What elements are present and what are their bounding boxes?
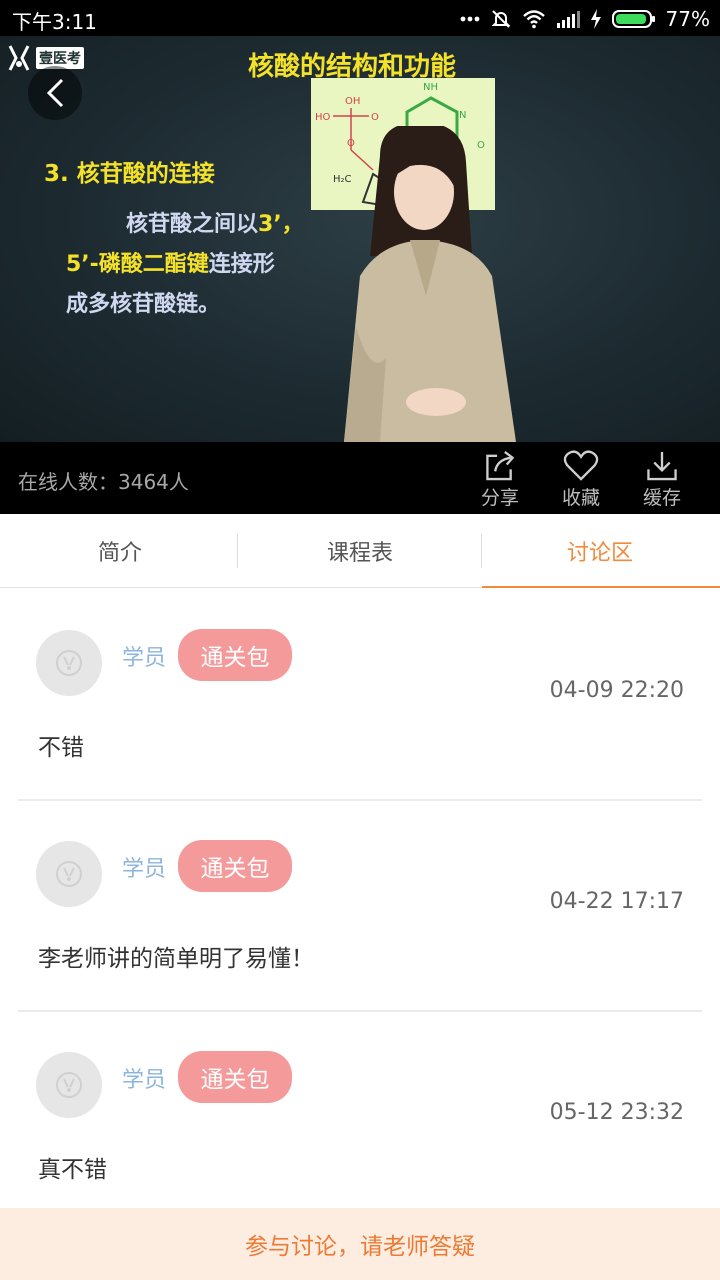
signal-icon	[556, 10, 580, 28]
slide-text-line-3: 成多核苷酸链。	[66, 292, 221, 317]
avatar[interactable]	[36, 841, 102, 907]
slide-text-1a: 核苷酸之间以	[126, 212, 259, 237]
avatar[interactable]	[36, 1052, 102, 1118]
slide-text-2b: 连接形	[208, 252, 275, 277]
download-icon	[647, 451, 677, 481]
status-bar: 下午3:11 77%	[0, 0, 720, 36]
battery-icon	[611, 9, 656, 29]
comment-text: 真不错	[38, 1157, 107, 1183]
default-avatar-icon	[56, 861, 82, 887]
svg-text:OH: OH	[345, 96, 360, 107]
video-action-bar: 在线人数：3464人 分享 收藏 缓存	[0, 442, 720, 514]
comment-time: 05-12 23:32	[549, 1100, 684, 1125]
avatar[interactable]	[36, 630, 102, 696]
svg-text:O: O	[371, 112, 379, 123]
logo-mark-icon	[8, 45, 30, 71]
svg-text:HO: HO	[315, 112, 331, 123]
tab-divider	[237, 534, 238, 568]
share-button[interactable]: 分享	[470, 450, 530, 510]
user-role: 学员	[122, 857, 167, 882]
tab-bar: 简介 课程表 讨论区	[0, 514, 720, 588]
slide-text-1b: 3’，	[258, 212, 304, 237]
battery-percent: 77%	[665, 7, 710, 31]
slide-text-line-1: 核苷酸之间以3’，	[126, 206, 304, 238]
join-discussion-button[interactable]: 参与讨论，请老师答疑	[0, 1208, 720, 1280]
favorite-button[interactable]: 收藏	[551, 450, 611, 510]
back-button[interactable]	[28, 66, 82, 120]
tab-discussion[interactable]: 讨论区	[480, 514, 720, 588]
package-badge: 通关包	[178, 840, 292, 892]
presenter-figure	[340, 122, 520, 442]
online-count: 在线人数：3464人	[18, 470, 189, 494]
slide-text-2a: 5’-磷酸二酯键	[66, 252, 209, 277]
mute-bell-icon	[490, 8, 512, 30]
more-dots-icon	[460, 16, 480, 22]
share-icon	[486, 451, 515, 481]
chevron-left-icon	[46, 78, 64, 108]
favorite-label: 收藏	[561, 487, 600, 509]
tab-intro[interactable]: 简介	[0, 514, 240, 587]
svg-text:N: N	[459, 110, 466, 121]
default-avatar-icon	[56, 1072, 82, 1098]
svg-text:NH: NH	[423, 82, 438, 93]
comment-time: 04-22 17:17	[549, 889, 684, 914]
comment-time: 04-09 22:20	[549, 678, 684, 703]
status-time: 下午3:11	[12, 10, 97, 34]
comment-item: 学员 通关包 04-22 17:17 李老师讲的简单明了易懂！	[0, 801, 720, 1012]
user-role: 学员	[122, 646, 167, 671]
comment-item: 学员 通关包 05-12 23:32 真不错	[0, 1012, 720, 1223]
share-label: 分享	[480, 487, 519, 509]
section-heading: 3. 核苷酸的连接	[44, 161, 215, 187]
user-role: 学员	[122, 1068, 167, 1093]
comment-text: 李老师讲的简单明了易懂！	[38, 946, 314, 972]
tab-schedule[interactable]: 课程表	[240, 514, 480, 587]
video-player[interactable]: 壹医考 核酸的结构和功能 OH HO O O H₂C NH N O 3. 核苷酸…	[0, 36, 720, 442]
cache-button[interactable]: 缓存	[632, 450, 692, 510]
comment-item: 学员 通关包 04-09 22:20 不错	[0, 590, 720, 801]
package-badge: 通关包	[178, 629, 292, 681]
slide-text-line-2: 5’-磷酸二酯键连接形	[66, 246, 275, 278]
heart-icon	[563, 450, 599, 481]
cache-label: 缓存	[642, 487, 681, 509]
tab-divider	[481, 534, 482, 568]
comment-text: 不错	[38, 735, 84, 761]
default-avatar-icon	[56, 650, 82, 676]
package-badge: 通关包	[178, 1051, 292, 1103]
charging-icon	[590, 9, 602, 29]
wifi-icon	[522, 9, 546, 29]
status-icons: 77%	[460, 6, 710, 32]
